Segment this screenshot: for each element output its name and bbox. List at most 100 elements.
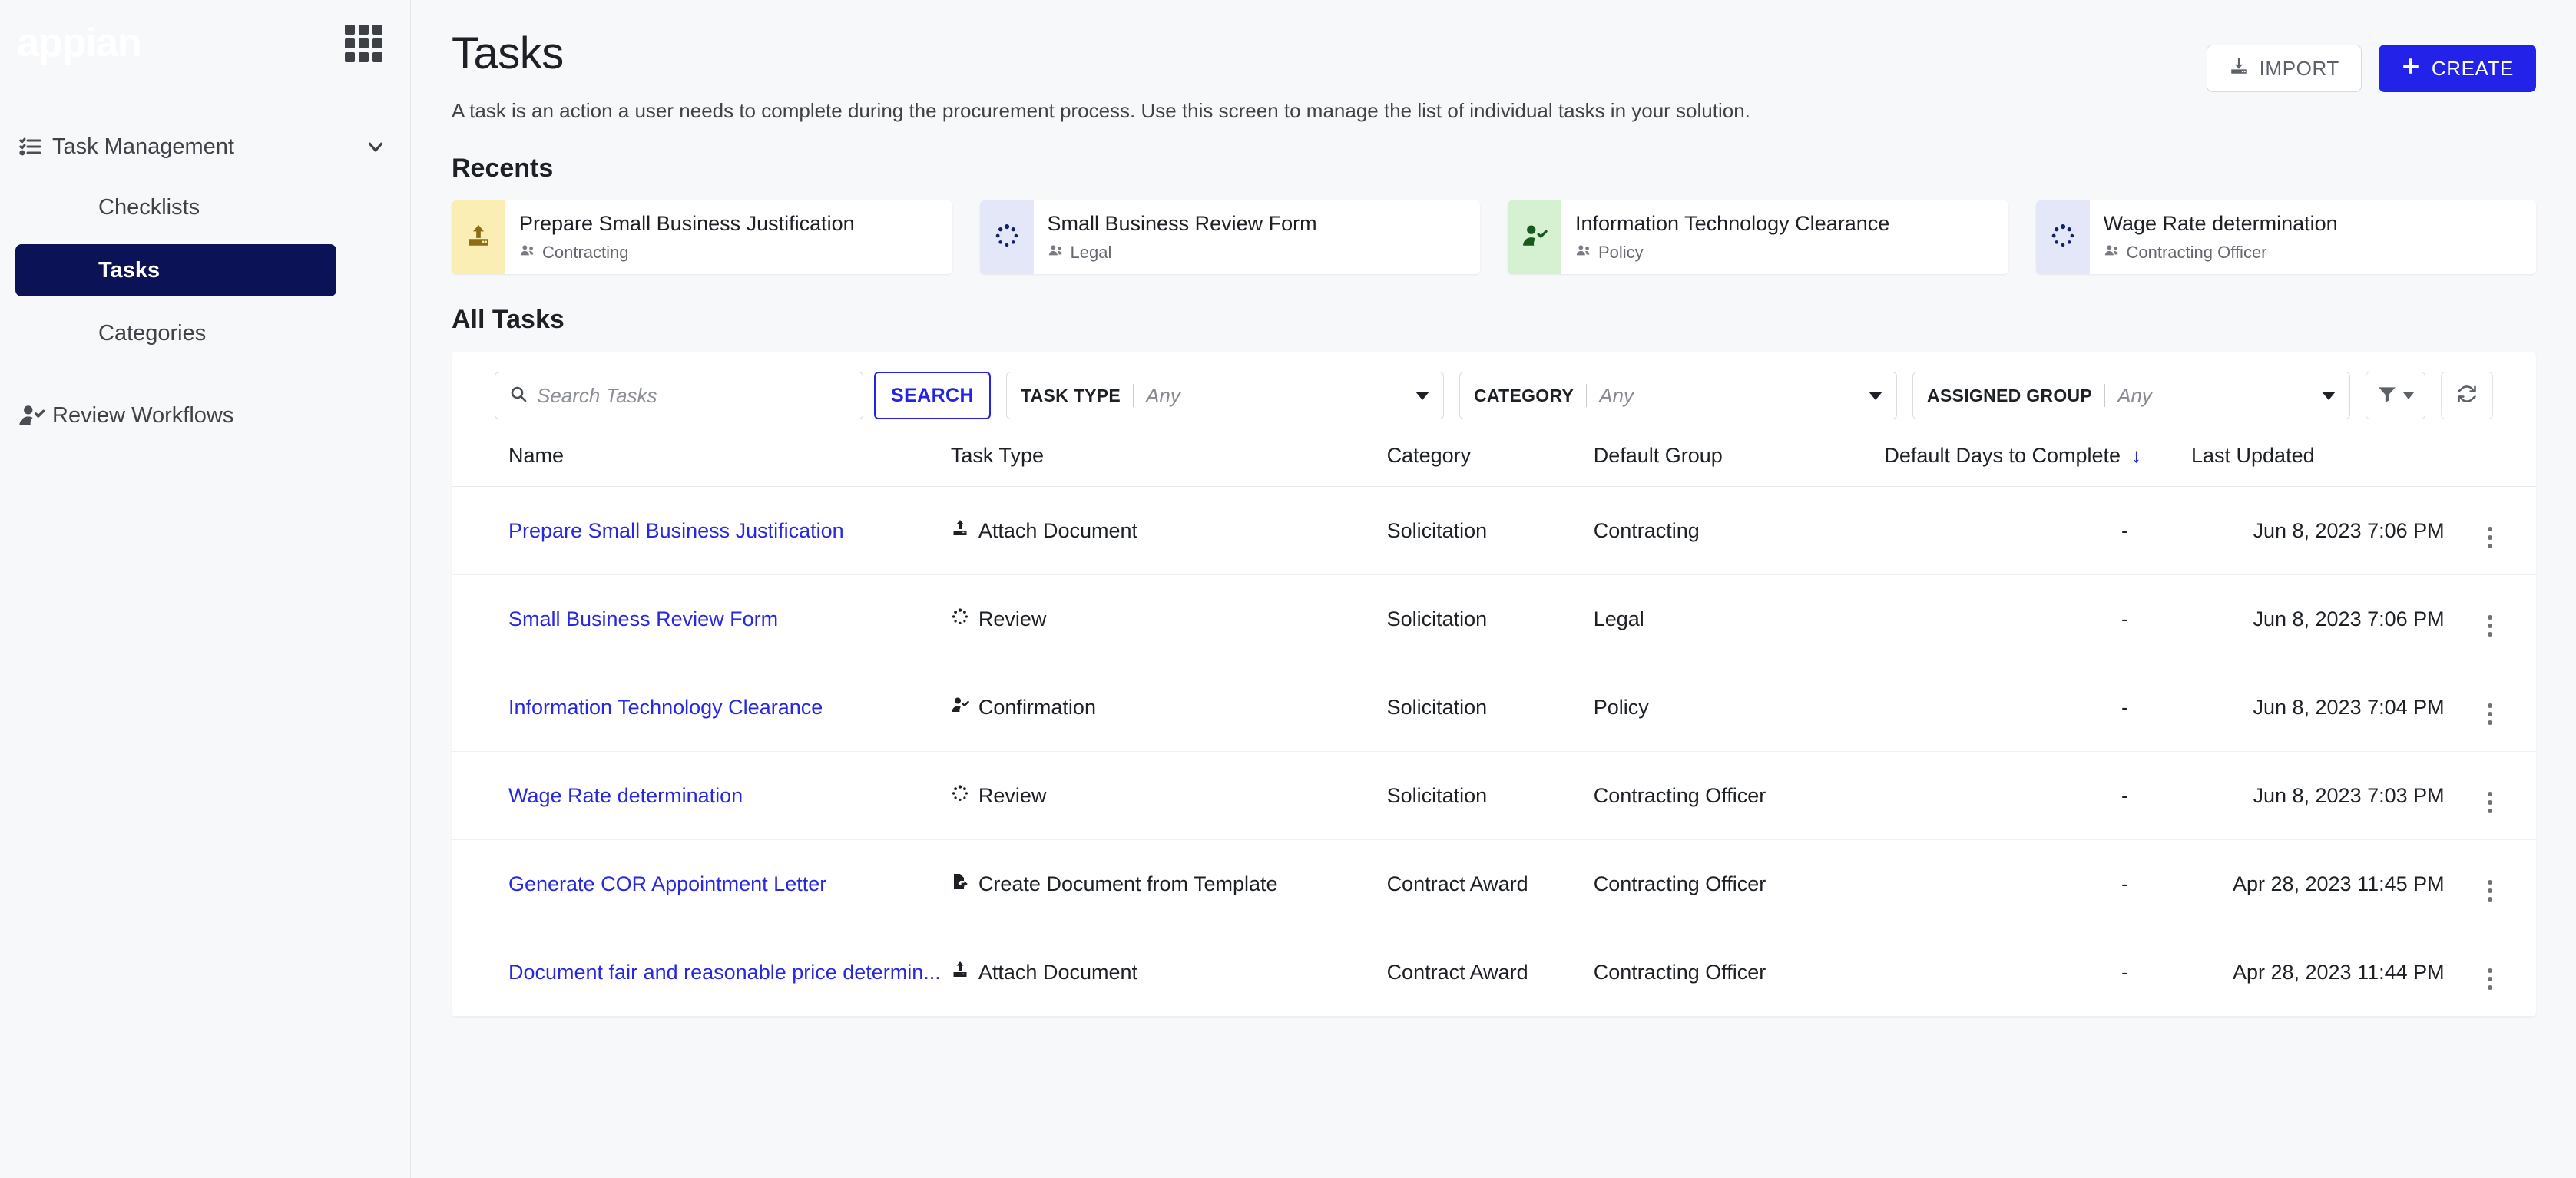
task-name-link[interactable]: Generate COR Appointment Letter <box>508 872 826 896</box>
row-menu-icon[interactable] <box>2488 792 2493 813</box>
task-type-label: Attach Document <box>978 518 1138 542</box>
recent-card[interactable]: Information Technology Clearance Policy <box>1508 200 2008 274</box>
divider <box>1586 384 1588 407</box>
chevron-down-icon[interactable] <box>364 135 387 158</box>
create-button-label: CREATE <box>2431 56 2514 80</box>
recent-card-icon-wrap <box>452 200 505 274</box>
column-header-default-group[interactable]: Default Group <box>1593 436 1885 487</box>
cell-category: Solicitation <box>1386 486 1594 575</box>
filter-assigned-group-value: Any <box>2117 383 2152 407</box>
search-input[interactable] <box>537 383 849 408</box>
group-icon <box>519 242 536 263</box>
table-row[interactable]: Document fair and reasonable price deter… <box>452 928 2536 1017</box>
cell-actions <box>2444 574 2536 663</box>
recent-card-title: Small Business Review Form <box>1047 211 1317 235</box>
table-row[interactable]: Wage Rate determination Review Solicitat… <box>452 751 2536 840</box>
sidebar-item-categories[interactable]: Categories <box>15 307 336 359</box>
recent-card-body: Wage Rate determination Contracting Offi… <box>2090 200 2352 274</box>
recent-card[interactable]: Prepare Small Business Justification Con… <box>452 200 952 274</box>
task-name-link[interactable]: Wage Rate determination <box>508 784 743 808</box>
cell-default-days: - <box>1884 574 2191 663</box>
search-button[interactable]: SEARCH <box>874 372 991 419</box>
task-name-link[interactable]: Information Technology Clearance <box>508 696 823 720</box>
filter-task-type-value: Any <box>1146 383 1180 407</box>
page-header: Tasks A task is an action a user needs t… <box>411 0 2576 123</box>
task-name-link[interactable]: Document fair and reasonable price deter… <box>508 961 941 984</box>
task-type-label: Create Document from Template <box>978 872 1278 895</box>
search-combo: SEARCH <box>495 372 991 419</box>
column-header-category[interactable]: Category <box>1386 436 1594 487</box>
task-name-link[interactable]: Small Business Review Form <box>508 607 778 631</box>
table-row[interactable]: Prepare Small Business Justification Att… <box>452 486 2536 575</box>
cell-default-group: Contracting Officer <box>1593 839 1885 928</box>
cell-default-group: Contracting Officer <box>1593 751 1885 840</box>
import-button[interactable]: IMPORT <box>2206 45 2362 92</box>
caret-down-icon <box>2322 391 2336 400</box>
cell-default-days: - <box>1884 839 2191 928</box>
row-menu-icon[interactable] <box>2488 527 2493 548</box>
cell-name: Small Business Review Form <box>452 574 951 663</box>
recent-card-group: Contracting <box>519 242 855 263</box>
sidebar-item-checklists[interactable]: Checklists <box>15 181 336 233</box>
checklist-icon <box>18 134 52 159</box>
attach-document-icon <box>951 961 969 984</box>
cell-category: Contract Award <box>1386 928 1594 1017</box>
attach-document-icon <box>951 519 969 543</box>
recent-card-body: Information Technology Clearance Policy <box>1561 200 1903 274</box>
recent-card[interactable]: Small Business Review Form Legal <box>979 200 1480 274</box>
sidebar-item-tasks[interactable]: Tasks <box>15 244 336 296</box>
filter-category[interactable]: CATEGORY Any <box>1459 372 1897 419</box>
cell-actions <box>2444 663 2536 752</box>
filter-menu-button[interactable] <box>2366 372 2426 419</box>
cell-name: Prepare Small Business Justification <box>452 486 951 575</box>
table-row[interactable]: Information Technology Clearance Confirm… <box>452 663 2536 752</box>
sidebar-nav: Task Management Checklists Tasks Categor… <box>0 123 410 439</box>
cell-actions <box>2444 751 2536 840</box>
row-menu-icon[interactable] <box>2488 968 2493 990</box>
refresh-button[interactable] <box>2441 372 2494 419</box>
cell-default-days: - <box>1884 663 2191 752</box>
sidebar-item-label: Review Workflows <box>52 402 234 428</box>
divider <box>1133 384 1134 407</box>
cell-last-updated: Apr 28, 2023 11:45 PM <box>2190 839 2445 928</box>
row-menu-icon[interactable] <box>2488 880 2493 902</box>
recent-card-group: Policy <box>1575 242 1889 263</box>
row-menu-icon[interactable] <box>2488 615 2493 637</box>
column-header-default-days[interactable]: Default Days to Complete ↓ <box>1884 436 2191 487</box>
recent-card[interactable]: Wage Rate determination Contracting Offi… <box>2035 200 2536 274</box>
task-name-link[interactable]: Prepare Small Business Justification <box>508 519 844 543</box>
sidebar-item-review-workflows[interactable]: Review Workflows <box>0 392 410 439</box>
import-icon <box>2229 56 2249 81</box>
cell-category: Solicitation <box>1386 663 1594 752</box>
recent-card-icon-wrap <box>979 200 1034 274</box>
sidebar-group-task-management[interactable]: Task Management <box>0 123 410 170</box>
filter-task-type[interactable]: TASK TYPE Any <box>1005 372 1444 419</box>
tasks-toolbar: SEARCH TASK TYPE Any CATEGORY Any <box>452 352 2536 436</box>
task-type-label: Confirmation <box>978 695 1096 719</box>
table-row[interactable]: Generate COR Appointment Letter Create D… <box>452 839 2536 928</box>
grid-apps-icon[interactable] <box>345 24 382 62</box>
cell-name: Generate COR Appointment Letter <box>452 839 951 928</box>
filter-task-type-label: TASK TYPE <box>1020 385 1121 405</box>
recent-card-body: Prepare Small Business Justification Con… <box>505 200 869 274</box>
cell-category: Contract Award <box>1386 839 1594 928</box>
create-button[interactable]: CREATE <box>2378 45 2536 92</box>
sidebar-item-label: Categories <box>98 320 207 346</box>
user-check-icon <box>951 696 969 720</box>
column-header-task-type[interactable]: Task Type <box>950 436 1387 487</box>
recents-list: Prepare Small Business Justification Con… <box>452 200 2536 274</box>
tasks-table-body: Prepare Small Business Justification Att… <box>452 486 2536 1017</box>
cell-default-days: - <box>1884 486 2191 575</box>
filter-assigned-group[interactable]: ASSIGNED GROUP Any <box>1912 372 2351 419</box>
recent-card-group: Legal <box>1048 242 1317 263</box>
table-row[interactable]: Small Business Review Form Review Solici… <box>452 574 2536 663</box>
column-header-default-days-label: Default Days to Complete <box>1884 444 2121 467</box>
cell-actions <box>2444 486 2536 575</box>
column-header-last-updated[interactable]: Last Updated <box>2190 436 2445 487</box>
group-icon <box>1575 242 1592 263</box>
search-box[interactable] <box>495 372 863 419</box>
column-header-name[interactable]: Name <box>452 436 951 487</box>
cell-task-type: Attach Document <box>950 486 1387 575</box>
recent-card-title: Information Technology Clearance <box>1575 211 1890 235</box>
row-menu-icon[interactable] <box>2488 703 2493 725</box>
